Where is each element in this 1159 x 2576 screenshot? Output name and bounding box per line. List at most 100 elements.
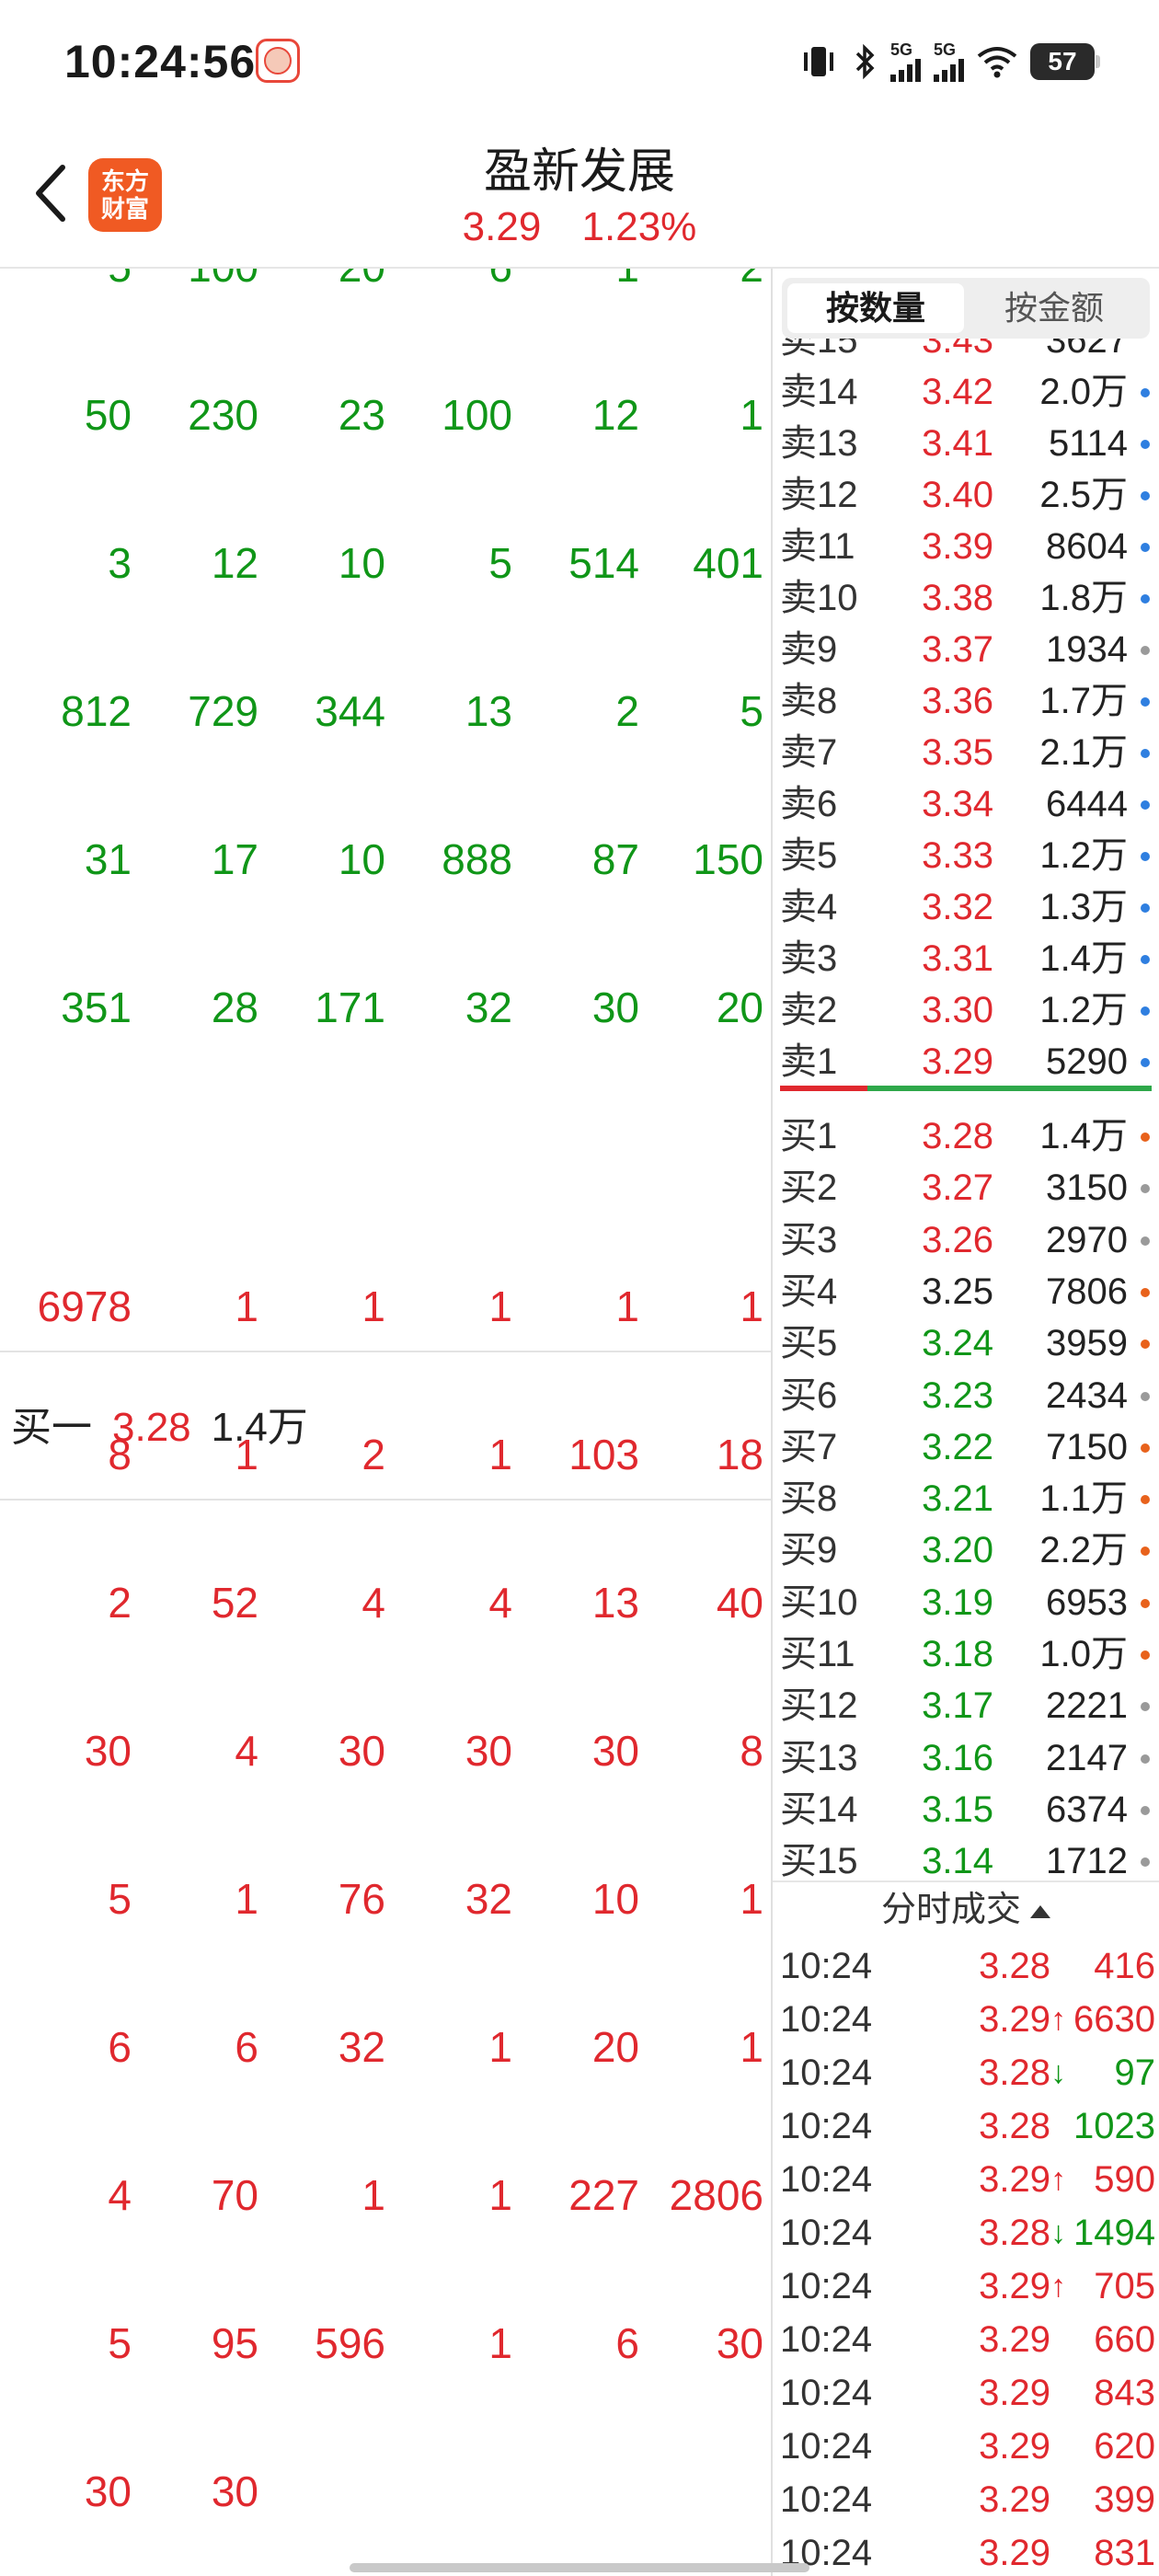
- ask-level-label: 卖8: [780, 681, 838, 721]
- bid-price: 3.14: [922, 1841, 993, 1882]
- dot-icon: [1141, 852, 1150, 861]
- ask-volume: 5290: [1046, 1041, 1128, 1082]
- trade-time: 10:24: [780, 2159, 873, 2200]
- order-book-panel[interactable]: 卖15 3.43 3627 卖14 3.42 2.0万 卖13 3.41 5114 卖12 3.40…: [773, 269, 1159, 2576]
- status-icons: 5G 5G 57: [798, 39, 1100, 85]
- queue-cell: 6: [235, 2023, 258, 2071]
- queue-row: 6 6 32 1 20 1: [0, 2001, 771, 2093]
- queue-cell: 2806: [669, 2171, 763, 2219]
- queue-cell: 401: [693, 539, 763, 587]
- queue-cell: 32: [338, 2023, 385, 2071]
- ask-level-label: 卖10: [780, 578, 858, 618]
- queue-cell: 812: [61, 687, 132, 735]
- dot-icon: [1141, 1006, 1150, 1016]
- dot-icon: [1141, 491, 1150, 500]
- ask-price: 3.33: [922, 835, 993, 876]
- queue-cell: 1: [615, 269, 639, 313]
- bid-volume: 1.0万: [1039, 1634, 1128, 1674]
- queue-cell: 20: [591, 2023, 639, 2071]
- bid-level-label: 买15: [780, 1841, 858, 1882]
- queue-cell: 4: [235, 1727, 258, 1775]
- queue-cell: 76: [338, 1875, 385, 1923]
- bid-price: 3.24: [922, 1323, 993, 1364]
- trade-row: 10:24 3.29 ↑ 590: [773, 2153, 1159, 2206]
- trade-price: 3.29: [979, 2266, 1050, 2306]
- dot-icon: [1141, 1058, 1150, 1067]
- bid-volume: 2970: [1046, 1219, 1128, 1260]
- queue-cell: 171: [315, 983, 385, 1031]
- queue-cell: 4: [488, 1579, 512, 1627]
- queue-cell: 100: [442, 391, 512, 439]
- tab-by-quantity[interactable]: 按数量: [787, 283, 964, 333]
- bid-price: 3.16: [922, 1737, 993, 1778]
- dot-icon: [1141, 543, 1150, 552]
- queue-cell: 50: [84, 391, 132, 439]
- tab-by-amount[interactable]: 按金额: [966, 283, 1142, 333]
- queue-cell: 2: [740, 269, 763, 313]
- ask-row: 卖5 3.33 1.2万: [773, 830, 1159, 881]
- queue-cell: 13: [465, 687, 512, 735]
- order-queue-panel[interactable]: 5100206125023023100121312105514401812729…: [0, 269, 771, 2576]
- queue-cell: 150: [693, 835, 763, 883]
- bid-price: 3.18: [922, 1634, 993, 1674]
- bid-volume: 1.4万: [1039, 1116, 1128, 1156]
- bid-row: 买5 3.24 3959: [773, 1317, 1159, 1369]
- queue-cell: 1: [361, 2171, 385, 2219]
- trade-row: 10:24 3.28 416: [773, 1939, 1159, 1993]
- bid-price: 3.20: [922, 1530, 993, 1571]
- ask-volume: 1934: [1046, 629, 1128, 670]
- queue-cell: 13: [591, 1579, 639, 1627]
- queue-cell: 30: [211, 2467, 258, 2515]
- bid-level-label: 买4: [780, 1271, 838, 1312]
- queue-cell: 30: [591, 1727, 639, 1775]
- app-notification-icon: [256, 39, 300, 83]
- bid-volume: 7806: [1046, 1271, 1128, 1312]
- queue-cell: 30: [338, 1727, 385, 1775]
- trade-time: 10:24: [780, 1999, 873, 2040]
- queue-row: 31 17 10 888 87 150: [0, 813, 771, 905]
- queue-cell: 5: [108, 269, 132, 313]
- queue-cell: 5: [740, 687, 763, 735]
- ask-row: 卖11 3.39 8604: [773, 521, 1159, 572]
- bid-volume: 2434: [1046, 1374, 1128, 1416]
- queue-cell: 1: [740, 1875, 763, 1923]
- ask-price: 3.42: [922, 372, 993, 412]
- trade-volume: 399: [1094, 2479, 1155, 2520]
- net-type-1: 5G: [890, 40, 913, 59]
- queue-row: 30 30: [0, 2445, 771, 2537]
- queue-row: 8 1 2 1 103 18: [0, 1409, 771, 1501]
- queue-cell: 18: [716, 1431, 763, 1478]
- queue-cell: 1: [488, 2171, 512, 2219]
- trade-volume: 843: [1094, 2373, 1155, 2413]
- bid-level-label: 买9: [780, 1530, 838, 1571]
- dot-icon: [1141, 697, 1150, 707]
- queue-row: 6978 1 1 1 1 1: [0, 1260, 771, 1352]
- home-indicator[interactable]: [350, 2563, 809, 2572]
- trade-volume: 590: [1094, 2159, 1155, 2200]
- dot-icon: [1141, 440, 1150, 449]
- stock-name: 盈新发展: [483, 145, 675, 199]
- ask-level-label: 卖7: [780, 732, 838, 773]
- ask-row: 卖10 3.38 1.8万: [773, 572, 1159, 624]
- bid-level-label: 买3: [780, 1219, 838, 1260]
- bid-price: 3.19: [922, 1581, 993, 1623]
- queue-cell: 4: [361, 1579, 385, 1627]
- queue-row: 2 52 4 4 13 40: [0, 1557, 771, 1649]
- queue-cell: 1: [740, 391, 763, 439]
- bid-price: 3.17: [922, 1685, 993, 1727]
- ask-row: 卖14 3.42 2.0万: [773, 366, 1159, 418]
- ask-level-label: 卖5: [780, 835, 838, 876]
- dot-icon: [1141, 955, 1150, 964]
- trade-volume: 416: [1094, 1946, 1155, 1986]
- quantity-amount-toggle[interactable]: 按数量 按金额: [782, 278, 1150, 339]
- net-type-2: 5G: [934, 40, 957, 59]
- queue-cell: 30: [84, 2467, 132, 2515]
- change-percent: 1.23%: [581, 204, 697, 249]
- ask-volume: 2.5万: [1039, 475, 1128, 515]
- queue-cell: 596: [315, 2319, 385, 2367]
- trade-time: 10:24: [780, 2319, 873, 2360]
- ask-level-label: 卖2: [780, 990, 838, 1030]
- trade-row: 10:24 3.29 620: [773, 2420, 1159, 2473]
- tick-trades-header[interactable]: 分时成交: [773, 1880, 1159, 1936]
- ask-row: 卖3 3.31 1.4万: [773, 933, 1159, 984]
